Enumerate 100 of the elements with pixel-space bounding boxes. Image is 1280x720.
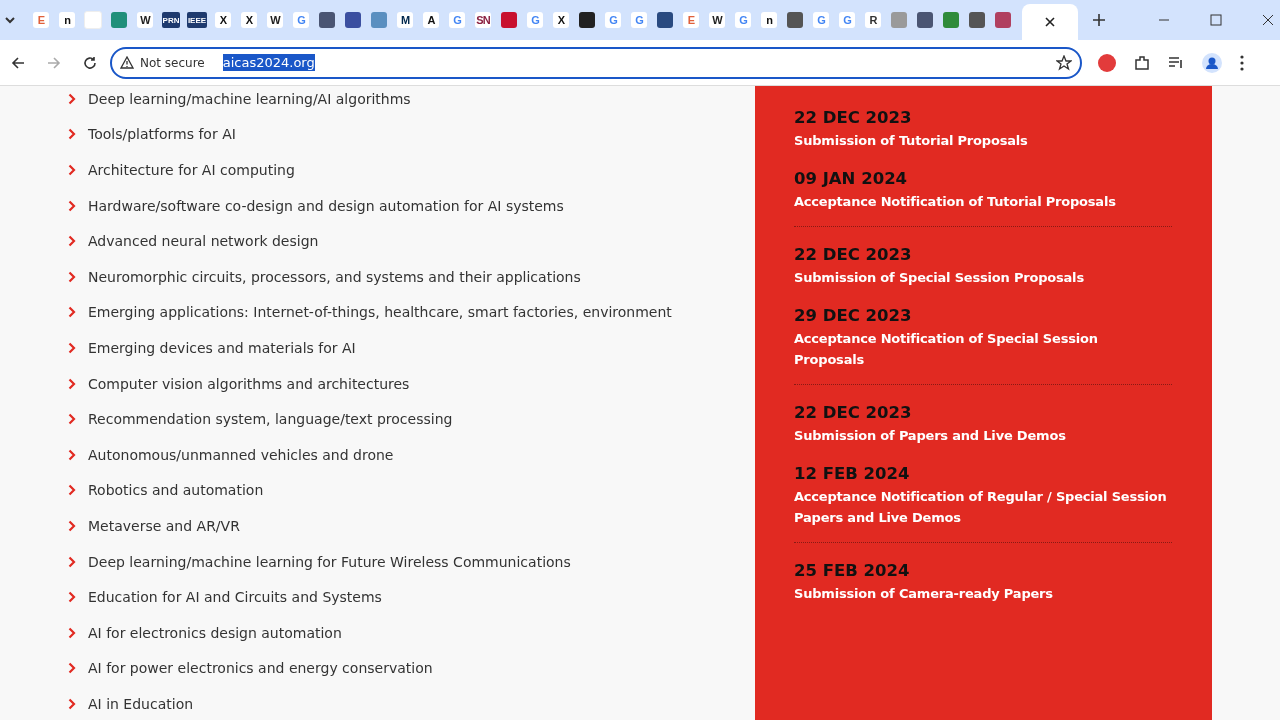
tab-favicon[interactable]: G	[449, 12, 465, 28]
topic-text: Emerging applications: Internet-of-things, healthcare, smart factories, environment	[88, 304, 672, 321]
chevron-icon	[66, 306, 78, 319]
topic-text: Recommendation system, language/text processing	[88, 411, 453, 428]
tab-favicon[interactable]: M	[397, 12, 413, 28]
tab-favicon[interactable]: X	[241, 12, 257, 28]
close-tab-icon[interactable]	[1045, 17, 1055, 27]
tab-favicon[interactable]: R	[865, 12, 881, 28]
deadline-date: 12 FEB 2024	[794, 464, 911, 483]
tab-favicon-icon[interactable]	[657, 12, 673, 28]
deadline-event: Acceptance Notification of Tutorial Proposals	[794, 193, 1117, 211]
tab-favicon[interactable]: E	[33, 12, 49, 28]
tab-favicon-icon[interactable]	[969, 12, 985, 28]
deadline-event: Submission of Camera-ready Papers	[794, 585, 1054, 603]
topic-text: AI for power electronics and energy conservation	[88, 660, 433, 677]
tab-favicon[interactable]: W	[137, 12, 153, 28]
tab-favicon[interactable]: n	[59, 12, 75, 28]
chevron-icon	[66, 662, 78, 675]
tab-favicon-icon[interactable]	[111, 12, 127, 28]
topic-text: Metaverse and AR/VR	[88, 517, 240, 534]
chevron-icon	[66, 413, 78, 426]
security-label[interactable]: Not secure	[140, 55, 205, 70]
tab-favicon-icon[interactable]	[917, 12, 933, 28]
tab-favicon[interactable]: E	[683, 12, 699, 28]
tab-favicon-icon[interactable]	[943, 12, 959, 28]
media-queue-icon[interactable]	[1168, 55, 1184, 70]
topic-text: Computer vision algorithms and architectures	[88, 375, 410, 392]
chevron-icon	[66, 448, 78, 461]
deadline-date: 22 DEC 2023	[794, 403, 913, 422]
reload-icon[interactable]	[83, 55, 97, 70]
deadline-date: 09 JAN 2024	[794, 169, 909, 188]
tab-favicon[interactable]: G	[293, 12, 309, 28]
tab-favicon[interactable]: G	[605, 12, 621, 28]
close-icon[interactable]	[1262, 14, 1274, 26]
tab-favicon-icon[interactable]	[579, 12, 595, 28]
deadline-date: 22 DEC 2023	[794, 245, 913, 264]
adblock-icon[interactable]	[1098, 53, 1116, 72]
chevron-icon	[66, 270, 78, 283]
topic-text: Neuromorphic circuits, processors, and systems and their applications	[88, 268, 581, 285]
topic-text: Robotics and automation	[88, 482, 264, 499]
tab-favicon[interactable]: G	[527, 12, 543, 28]
chevron-icon	[66, 697, 78, 710]
deadline-date: 29 DEC 2023	[794, 306, 913, 325]
tab-favicon[interactable]: n	[761, 12, 777, 28]
tab-favicon-icon[interactable]	[787, 12, 803, 28]
tab-favicon[interactable]: PRN	[161, 12, 181, 28]
deadline-event: Acceptance Notification of Special Session Proposals	[794, 330, 1099, 369]
new-tab-icon[interactable]	[1092, 13, 1106, 27]
chevron-icon	[66, 555, 78, 568]
deadline-event: Acceptance Notification of Regular / Special Session Papers and Live Demos	[794, 488, 1168, 527]
topic-text: Education for AI and Circuits and Systems	[88, 589, 382, 606]
back-icon[interactable]	[11, 55, 25, 70]
puzzle-icon[interactable]	[1134, 54, 1150, 71]
topic-text: AI for electronics design automation	[88, 624, 342, 641]
address-bar[interactable]: Not secure aicas2024.org	[110, 46, 1082, 79]
topic-text: Deep learning/machine learning for Future Wireless Communications	[88, 553, 571, 570]
chevron-icon	[66, 377, 78, 390]
topic-text: Deep learning/machine learning/AI algorithms	[88, 90, 411, 107]
chevron-icon	[66, 164, 78, 176]
forward-icon[interactable]	[47, 55, 61, 70]
tab-favicon[interactable]: A	[423, 12, 439, 28]
tab-favicon[interactable]: SN	[475, 12, 491, 28]
deadline-date: 22 DEC 2023	[794, 108, 913, 127]
deadline-event: Submission of Papers and Live Demos	[794, 427, 1067, 445]
tab-favicon[interactable]: W	[709, 12, 725, 28]
url-text: aicas2024.org	[222, 54, 315, 71]
chevron-icon	[66, 484, 78, 497]
topic-text: Emerging devices and materials for AI	[88, 339, 356, 356]
chevron-icon	[66, 341, 78, 354]
deadline-date: 25 FEB 2024	[794, 561, 911, 580]
tab-favicon[interactable]: G	[735, 12, 751, 28]
tab-favicon-icon[interactable]	[345, 12, 361, 28]
deadline-event: Submission of Tutorial Proposals	[794, 132, 1029, 150]
tab-favicon[interactable]: G	[839, 12, 855, 28]
star-icon[interactable]	[1056, 54, 1072, 71]
profile-icon[interactable]	[1202, 52, 1222, 73]
tab-favicon-icon[interactable]	[995, 12, 1011, 28]
chevron-icon	[66, 519, 78, 532]
chevron-icon	[66, 92, 78, 105]
chevron-icon	[66, 626, 78, 639]
tab-favicon-icon[interactable]	[891, 12, 907, 28]
tab-favicon[interactable]: G	[813, 12, 829, 28]
topic-text: Advanced neural network design	[88, 233, 319, 250]
tab-favicon-icon[interactable]	[319, 12, 335, 28]
tab-favicon[interactable]: X	[553, 12, 569, 28]
topic-text: Architecture for AI computing	[88, 162, 295, 178]
topic-text: Hardware/software co-design and design automation for AI systems	[88, 197, 564, 214]
tab-favicon[interactable]: W	[267, 12, 283, 28]
menu-icon[interactable]	[1240, 54, 1244, 71]
maximize-icon[interactable]	[1210, 14, 1222, 26]
tab-favicon[interactable]: X	[215, 12, 231, 28]
chevron-icon	[66, 128, 78, 141]
topic-text: AI in Education	[88, 695, 194, 712]
topic-text: Tools/platforms for AI	[88, 126, 236, 143]
tab-favicon-icon[interactable]	[501, 12, 517, 28]
warning-icon[interactable]	[120, 56, 134, 69]
chevron-icon	[66, 199, 78, 212]
tab-favicon-icon[interactable]	[371, 12, 387, 28]
tab-favicon[interactable]: G	[631, 12, 647, 28]
tab-favicon[interactable]: IEEE	[186, 12, 208, 28]
